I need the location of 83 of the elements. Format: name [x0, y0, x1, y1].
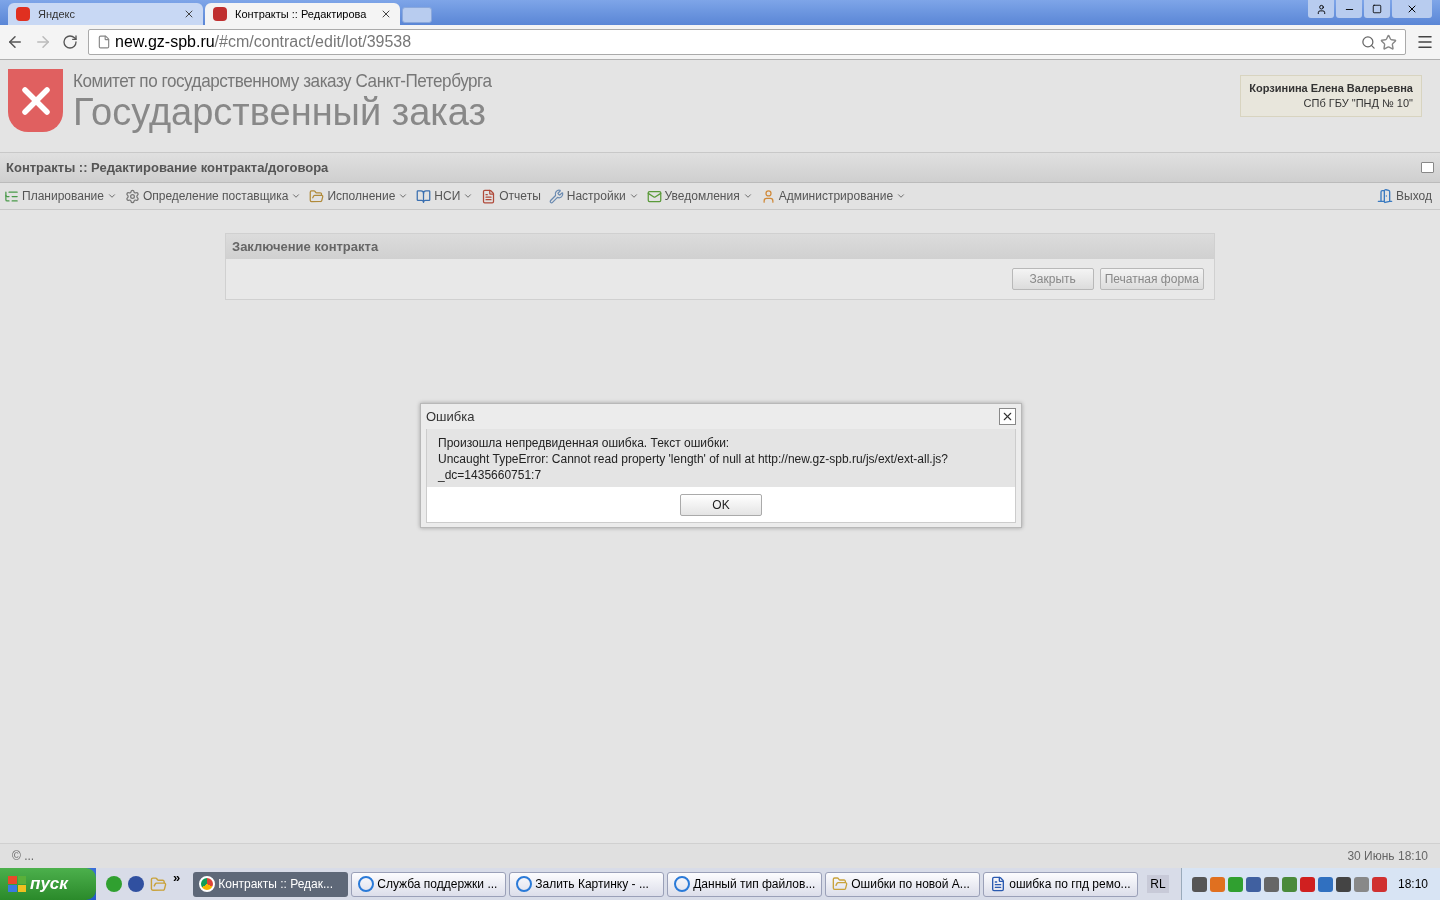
user-name: Корзинина Елена Валерьевна — [1249, 81, 1413, 96]
tab-title: Яндекс — [38, 6, 76, 22]
reload-icon[interactable] — [62, 34, 78, 50]
tray-icon[interactable] — [1245, 876, 1261, 892]
tab-title: Контракты :: Редактирова — [235, 6, 368, 22]
caret-icon — [106, 191, 117, 201]
coat-of-arms-icon — [8, 69, 63, 132]
page-icon — [97, 35, 111, 49]
zoom-icon[interactable] — [1361, 34, 1376, 50]
star-icon[interactable] — [1380, 33, 1397, 51]
ok-button[interactable]: OK — [680, 493, 762, 516]
user-icon — [1315, 3, 1327, 15]
close-icon[interactable] — [183, 8, 195, 20]
windows-logo-icon — [8, 876, 26, 892]
back-icon[interactable] — [6, 33, 24, 51]
menu-item[interactable]: Администрирование — [760, 187, 907, 205]
language-indicator[interactable]: RL — [1147, 875, 1169, 893]
caret-icon — [742, 191, 753, 201]
menu-item[interactable]: Определение поставщика — [124, 187, 302, 205]
menu-icon[interactable] — [1416, 33, 1434, 51]
menu-item[interactable]: НСИ — [416, 187, 474, 205]
restore-icon — [1372, 4, 1382, 14]
panel-title: Заключение контракта — [232, 237, 379, 256]
menu-item[interactable]: Исполнение — [309, 187, 409, 205]
folder-icon — [832, 876, 849, 892]
dialog-title: Ошибка — [426, 407, 475, 426]
close-icon — [1406, 3, 1418, 15]
profile-button[interactable] — [1308, 0, 1334, 18]
url-text: new.gz-spb.ru/#cm/contract/edit/lot/39538 — [115, 32, 412, 52]
error-message-line: Произошла непредвиденная ошибка. Текст ошибки: — [438, 435, 731, 451]
browser-icon — [199, 876, 216, 892]
tray-icon[interactable] — [1317, 876, 1333, 892]
document-icon — [990, 876, 1007, 892]
browser-tab[interactable]: Яндекс — [8, 3, 203, 25]
header-subtitle: Комитет по государственному заказу Санкт-Петербурга — [73, 69, 492, 93]
caret-icon — [291, 191, 302, 201]
book-icon — [416, 188, 432, 204]
header-title: Государственный заказ — [73, 93, 487, 131]
caret-icon — [398, 191, 409, 201]
page-title: Контракты :: Редактирование контракта/договора — [6, 158, 329, 177]
taskbar-button[interactable]: Служба поддержки ... — [351, 871, 507, 897]
error-message-line: _dc=1435660751:7 — [438, 467, 543, 483]
taskbar-button[interactable]: Ошибки по новой А... — [825, 871, 981, 897]
browser-tab[interactable]: Контракты :: Редактирова — [205, 3, 400, 25]
address-field[interactable]: new.gz-spb.ru/#cm/contract/edit/lot/39538 — [88, 29, 1406, 55]
folder-icon — [309, 188, 325, 204]
gears-icon — [124, 188, 140, 204]
more-chevron[interactable]: » — [173, 868, 181, 888]
caret-icon — [463, 191, 474, 201]
tray-icon[interactable] — [1281, 876, 1297, 892]
tray-icon[interactable] — [1299, 876, 1315, 892]
user-icon — [760, 188, 776, 204]
list-icon — [4, 188, 19, 204]
caret-icon — [896, 191, 907, 201]
taskbar-button[interactable]: ошибка по гпд ремо... — [983, 871, 1139, 897]
close-icon — [1001, 410, 1014, 423]
taskbar-button[interactable]: Контракты :: Редак... — [193, 871, 349, 897]
logout-button[interactable]: Выход — [1377, 187, 1436, 205]
footer-copyright: © ... — [12, 848, 35, 865]
footer-date: 30 Июнь 18:10 — [1347, 848, 1428, 865]
menu-item[interactable]: Отчеты — [481, 187, 541, 205]
taskbar-button[interactable]: Данный тип файлов... — [667, 871, 823, 897]
restore-button[interactable] — [1364, 0, 1390, 18]
clock: 18:10 — [1397, 876, 1428, 893]
document-icon — [481, 188, 497, 204]
tray-icon[interactable] — [1371, 876, 1387, 892]
tray-icon[interactable] — [1191, 876, 1207, 892]
tray-icon[interactable] — [1263, 876, 1279, 892]
close-button[interactable] — [999, 408, 1016, 425]
envelope-icon — [646, 188, 662, 204]
door-icon — [1377, 188, 1394, 204]
wrench-icon — [548, 188, 564, 204]
menu-item[interactable]: Уведомления — [646, 187, 753, 205]
user-organization: СПб ГБУ "ПНД № 10" — [1303, 96, 1413, 111]
start-button[interactable]: пуск — [0, 868, 96, 900]
error-message-line: Uncaught TypeError: Cannot read property 'length' of null at http://new.gz-spb.ru/js/ext/ext-all.js? — [438, 451, 949, 467]
tray-icon[interactable] — [1335, 876, 1351, 892]
collapse-button[interactable] — [1421, 162, 1434, 173]
taskbar-button[interactable]: Залить Картинку - ... — [509, 871, 665, 897]
caret-icon — [628, 191, 639, 201]
menu-item[interactable]: Настройки — [548, 187, 639, 205]
menu-item[interactable]: Планирование — [4, 187, 117, 205]
close-icon[interactable] — [380, 8, 392, 20]
